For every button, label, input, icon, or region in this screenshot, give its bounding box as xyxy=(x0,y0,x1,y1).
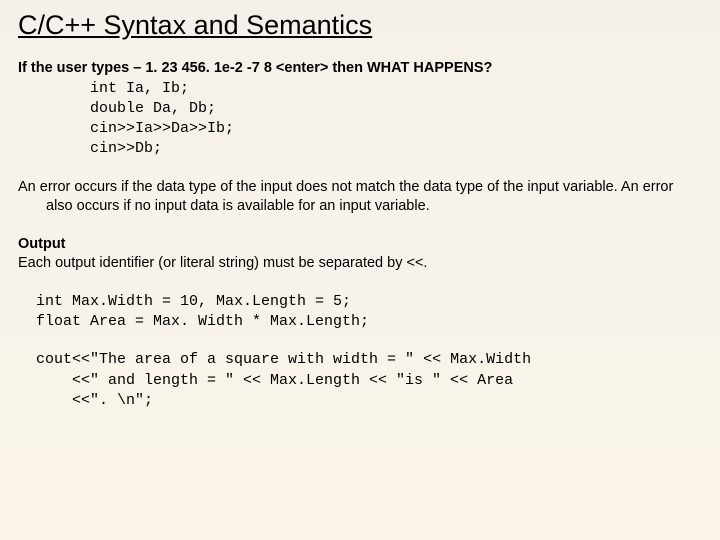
code3-l3: <<". \n"; xyxy=(72,391,696,411)
slide-title: C/C++ Syntax and Semantics xyxy=(18,10,696,41)
code1-l3: cin>>Ia>>Da>>Ib; xyxy=(90,120,234,137)
intro-suffix: then WHAT HAPPENS? xyxy=(328,60,492,76)
intro-prefix: If the user types xyxy=(18,60,133,76)
code-block-1: int Ia, Ib; double Da, Db; cin>>Ia>>Da>>… xyxy=(90,79,696,160)
code3-l1: cout<<"The area of a square with width =… xyxy=(36,351,531,368)
code-block-2: int Max.Width = 10, Max.Length = 5; floa… xyxy=(36,292,696,333)
intro-line: If the user types – 1. 23 456. 1e-2 -7 8… xyxy=(18,59,696,79)
output-heading: Output xyxy=(18,235,696,255)
error-paragraph: An error occurs if the data type of the … xyxy=(18,178,696,217)
code-block-3: cout<<"The area of a square with width =… xyxy=(36,350,696,411)
slide: C/C++ Syntax and Semantics If the user t… xyxy=(0,0,720,421)
code1-l2: double Da, Db; xyxy=(90,100,216,117)
code2-l2: float Area = Max. Width * Max.Length; xyxy=(36,313,369,330)
code1-l4: cin>>Db; xyxy=(90,140,162,157)
output-section: Output Each output identifier (or litera… xyxy=(18,235,696,274)
code2-l1: int Max.Width = 10, Max.Length = 5; xyxy=(36,293,351,310)
code3-l2: <<" and length = " << Max.Length << "is … xyxy=(72,371,696,391)
slide-body: If the user types – 1. 23 456. 1e-2 -7 8… xyxy=(18,59,696,411)
output-line: Each output identifier (or literal strin… xyxy=(18,254,696,274)
intro-typed: – 1. 23 456. 1e-2 -7 8 <enter> xyxy=(133,60,328,76)
code1-l1: int Ia, Ib; xyxy=(90,80,189,97)
